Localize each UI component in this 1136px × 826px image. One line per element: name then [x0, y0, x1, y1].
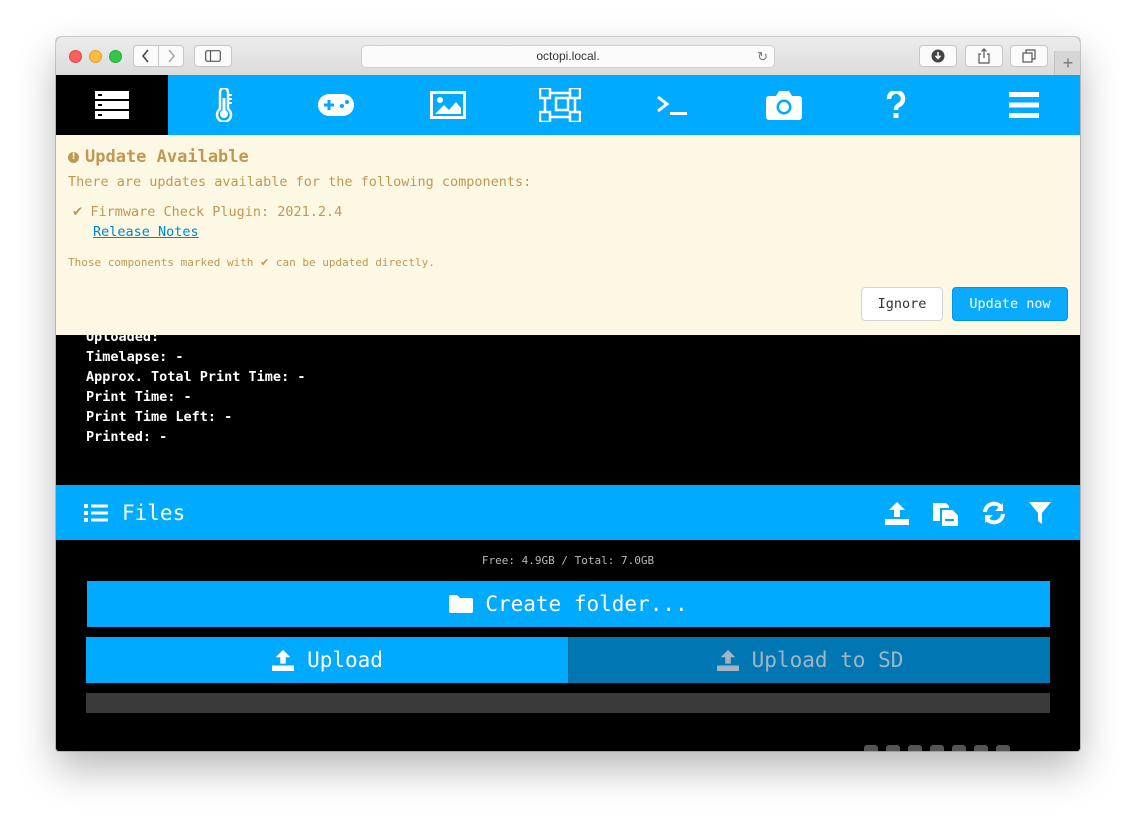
downloads-button[interactable]	[919, 45, 957, 67]
nav-tab-control[interactable]	[280, 75, 392, 135]
update-note-after: can be updated directly.	[275, 256, 435, 269]
close-window-button[interactable]	[69, 50, 82, 63]
list-icon	[84, 503, 108, 522]
sidebar-icon	[205, 50, 221, 62]
upload-to-sd-button[interactable]: Upload to SD	[568, 637, 1050, 683]
update-component: ✔ Firmware Check Plugin: 2021.2.4	[72, 204, 342, 220]
state-line-print-time: Print Time: -	[86, 389, 192, 405]
check-icon: ✔	[260, 256, 270, 269]
nav-tab-state[interactable]	[56, 75, 168, 135]
download-icon	[931, 49, 945, 63]
upload-button[interactable]: Upload	[86, 637, 568, 683]
toolbar-icon[interactable]	[974, 745, 988, 751]
folder-icon	[449, 595, 474, 613]
filter-icon[interactable]	[1029, 485, 1051, 540]
terminal-icon	[657, 95, 687, 115]
nav-tab-gcode-viewer[interactable]	[392, 75, 504, 135]
upload-label: Upload	[307, 648, 383, 672]
sidebar-button[interactable]	[194, 45, 232, 67]
address-bar[interactable]: octopi.local. ↻	[361, 45, 775, 68]
file-list-toolbar	[864, 745, 1010, 751]
state-line-total-print-time: Approx. Total Print Time: -	[86, 369, 306, 385]
new-tab-button[interactable]: +	[1054, 51, 1080, 75]
files-title: Files	[84, 485, 185, 540]
toolbar-icon[interactable]	[996, 745, 1010, 751]
update-available-notification: ! Update Available There are updates ava…	[56, 135, 1080, 335]
minimize-window-button[interactable]	[89, 50, 102, 63]
state-line-printed: Printed: -	[86, 429, 168, 445]
update-now-button[interactable]: Update now	[952, 287, 1068, 321]
update-component-text: Firmware Check Plugin: 2021.2.4	[90, 204, 343, 220]
share-button[interactable]	[965, 45, 1003, 67]
state-line-print-time-left: Print Time Left: -	[86, 409, 233, 425]
upload-progress-bar	[86, 693, 1050, 713]
hamburger-menu-icon	[1009, 92, 1039, 118]
update-title: ! Update Available	[68, 147, 249, 167]
files-title-text: Files	[122, 500, 186, 525]
sd-card-icon[interactable]	[932, 485, 960, 540]
reload-icon[interactable]: ↻	[757, 46, 768, 67]
octoprint-navbar	[56, 75, 1080, 135]
nav-tab-terminal[interactable]	[616, 75, 728, 135]
create-folder-button[interactable]: Create folder...	[87, 581, 1050, 627]
question-icon	[886, 91, 906, 118]
state-line-timelapse: Timelapse: -	[86, 349, 184, 365]
browser-window: octopi.local. ↻ + Uploaded: Timelapse: -…	[56, 37, 1080, 751]
zoom-window-button[interactable]	[109, 50, 122, 63]
upload-icon	[272, 649, 295, 671]
create-folder-label: Create folder...	[485, 592, 688, 616]
upload-to-sd-label: Upload to SD	[751, 648, 904, 672]
toolbar-icon[interactable]	[952, 745, 966, 751]
release-notes-link[interactable]: Release Notes	[93, 224, 199, 240]
share-icon	[978, 48, 990, 64]
update-title-text: Update Available	[85, 147, 249, 167]
nav-tab-timelapse[interactable]	[728, 75, 840, 135]
chevron-right-icon	[168, 49, 176, 63]
storage-free-space: Free: 4.9GB / Total: 7.0GB	[481, 554, 655, 567]
tabs-overview-button[interactable]	[1010, 45, 1048, 67]
toolbar-icon[interactable]	[864, 745, 878, 751]
update-description: There are updates available for the foll…	[68, 174, 532, 190]
toolbar-icon[interactable]	[886, 745, 900, 751]
toolbar-icon[interactable]	[930, 745, 944, 751]
exclamation-circle-icon: !	[68, 151, 79, 163]
forward-button[interactable]	[158, 45, 184, 67]
browser-toolbar: octopi.local. ↻ +	[56, 37, 1080, 76]
thermometer-icon	[215, 88, 233, 122]
back-button[interactable]	[133, 45, 159, 67]
image-icon	[430, 91, 466, 119]
refresh-icon[interactable]	[982, 485, 1006, 540]
nav-tab-print-view[interactable]	[504, 75, 616, 135]
server-icon	[95, 91, 129, 119]
check-icon: ✔	[72, 204, 84, 220]
ignore-button[interactable]: Ignore	[861, 287, 943, 321]
update-note-before: Those components marked with	[68, 256, 254, 269]
chevron-left-icon	[141, 49, 149, 63]
camera-icon	[766, 91, 802, 120]
update-note: Those components marked with ✔ can be up…	[68, 256, 435, 269]
upload-icon	[716, 649, 739, 671]
gamepad-icon	[318, 94, 354, 116]
vector-square-icon	[539, 88, 581, 122]
nav-tab-temperature[interactable]	[168, 75, 280, 135]
state-info: Uploaded: Timelapse: - Approx. Total Pri…	[86, 327, 305, 447]
tabs-icon	[1022, 49, 1036, 63]
url-text: octopi.local.	[536, 49, 600, 63]
upload-icon[interactable]	[884, 485, 910, 540]
files-header: Files	[56, 485, 1080, 540]
new-tab-label: +	[1062, 53, 1074, 73]
nav-menu-button[interactable]	[968, 75, 1080, 135]
toolbar-icon[interactable]	[908, 745, 922, 751]
nav-tab-help[interactable]	[840, 75, 952, 135]
